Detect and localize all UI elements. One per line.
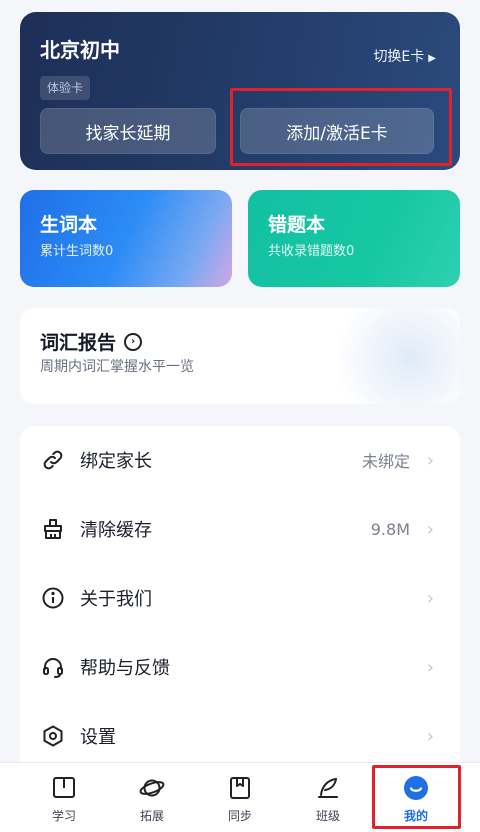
e-card-panel: 北京初中 体验卡 切换E卡 ▶ 找家长延期 添加/激活E卡 [20,12,460,170]
menu-item-label: 关于我们 [80,589,152,610]
tab-expand[interactable]: 拓展 [108,763,196,832]
tab-study[interactable]: 学习 [20,763,108,832]
vocab-report-card[interactable]: 词汇报告 › 周期内词汇掌握水平一览 [20,308,460,404]
chevron-right-icon: › [426,518,434,540]
mistake-book-count: 共收录错题数0 [268,244,355,259]
menu-item-label: 清除缓存 [80,520,152,541]
planet-icon [139,775,165,801]
broom-icon [40,516,66,542]
circle-arrow-right-icon: › [124,332,143,351]
bind-status-value: 未绑定 [361,452,410,471]
add-activate-e-card-button[interactable]: 添加/激活E卡 [240,108,434,154]
chevron-right-icon: › [426,656,434,678]
vocab-report-subtitle: 周期内词汇掌握水平一览 [40,359,194,375]
menu-item-label: 设置 [80,727,116,748]
school-name: 北京初中 [40,38,120,62]
menu-item-about-us[interactable]: 关于我们 › [20,564,460,632]
tab-label: 同步 [227,809,252,823]
chevron-right-icon: › [426,725,434,747]
tab-mine[interactable]: 我的 [372,763,460,832]
settings-menu: 绑定家长 未绑定 › 清除缓存 9.8M › 关于我们 › 帮助与反馈 › 设置… [20,426,460,766]
vocab-book-card[interactable]: 生词本 累计生词数0 [20,190,232,287]
menu-item-help-feedback[interactable]: 帮助与反馈 › [20,633,460,701]
caret-right-icon: ▶ [428,53,436,64]
tab-label: 我的 [403,809,428,823]
cache-size-value: 9.8M [370,519,410,539]
profile-smile-icon [403,775,429,801]
menu-item-label: 帮助与反馈 [80,658,170,679]
switch-e-card-link[interactable]: 切换E卡 ▶ [373,46,436,66]
chevron-right-icon: › [426,587,434,609]
tab-sync[interactable]: 同步 [196,763,284,832]
menu-item-settings[interactable]: 设置 › [20,702,460,770]
menu-item-clear-cache[interactable]: 清除缓存 9.8M › [20,495,460,563]
book-icon [51,775,77,801]
tab-class[interactable]: 班级 [284,763,372,832]
mistake-book-card[interactable]: 错题本 共收录错题数0 [248,190,460,287]
tab-label: 班级 [315,809,340,823]
menu-item-bind-parent[interactable]: 绑定家长 未绑定 › [20,426,460,494]
vocab-book-title: 生词本 [40,214,98,236]
info-icon [40,585,66,611]
link-icon [40,447,66,473]
quill-icon [315,775,341,801]
vocab-book-count: 累计生词数0 [40,244,114,259]
vocab-report-heading: 词汇报告 › [40,328,143,355]
bottom-tab-bar: 学习 拓展 同步 班级 我的 [0,762,480,832]
find-parent-extend-button[interactable]: 找家长延期 [40,108,216,154]
menu-item-label: 绑定家长 [80,451,152,472]
mistake-book-title: 错题本 [268,214,326,236]
chevron-right-icon: › [426,449,434,471]
notebook-icon [227,775,253,801]
vocab-report-title: 词汇报告 [40,332,117,354]
hexagon-settings-icon [40,723,66,749]
card-type-badge: 体验卡 [40,76,91,100]
tab-label: 学习 [51,809,76,823]
headset-icon [40,654,66,680]
switch-e-card-label: 切换E卡 [373,49,425,65]
tab-label: 拓展 [139,809,164,823]
